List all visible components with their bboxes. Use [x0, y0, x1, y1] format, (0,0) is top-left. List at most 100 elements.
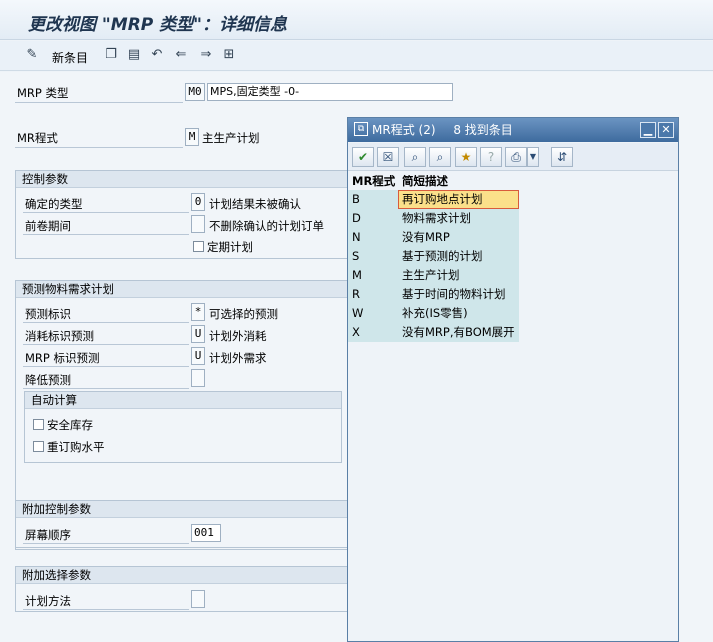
popup-column-headers: MR程式 简短描述 [348, 172, 519, 190]
safety-stock-checkbox[interactable] [33, 419, 44, 430]
list-item-key: M [348, 266, 398, 285]
new-entries-button[interactable]: 新条目 [52, 49, 88, 66]
list-item-key: D [348, 209, 398, 228]
list-item[interactable]: M 主生产计划 [348, 266, 519, 285]
list-item-description: 基于预测的计划 [398, 247, 519, 266]
auto-calculation-group: 自动计算 安全库存 重订购水平 [24, 391, 342, 463]
list-item-key: R [348, 285, 398, 304]
popup-title: MR程式 (2) [372, 123, 436, 137]
mrp-indicator-description: 计划外需求 [209, 351, 267, 365]
popup-toolbar: ✔ ☒ ⌕ ⌕ ★ ? ⎙ ▼ ⇵ [348, 143, 678, 171]
list-item-description: 主生产计划 [398, 266, 519, 285]
screen-sequence-label: 屏幕顺序 [25, 528, 71, 542]
title-bar: 更改视图 "MRP 类型"：详细信息 [0, 0, 713, 40]
print-icon[interactable]: ⎙ [505, 147, 527, 167]
popup-window-icon: ⧉ [354, 122, 368, 136]
list-item-key: X [348, 323, 398, 342]
undo-icon[interactable]: ↶ [149, 47, 165, 63]
column-header-description: 简短描述 [402, 174, 448, 188]
help-icon[interactable]: ? [480, 147, 502, 167]
close-icon[interactable]: ✕ [658, 122, 674, 138]
mrp-type-label: MRP 类型 [17, 86, 69, 100]
divider [15, 147, 183, 148]
list-item-description: 没有MRP [398, 228, 519, 247]
select-block-icon[interactable]: ⊞ [221, 47, 237, 63]
application-toolbar: ✎ 新条目 ❐ ▤ ↶ ⇐ ⇒ ⊞ [0, 41, 713, 71]
divider [23, 609, 189, 610]
mr-procedure-field[interactable]: M [185, 128, 199, 146]
reorder-level-label: 重订购水平 [47, 440, 105, 454]
mr-procedure-label: MR程式 [17, 131, 58, 145]
safety-stock-label: 安全库存 [47, 418, 93, 432]
list-item-key: S [348, 247, 398, 266]
mr-procedure-description: 主生产计划 [202, 131, 260, 145]
roll-forward-field[interactable] [191, 215, 205, 233]
popup-title-bar: ⧉ MR程式 (2) 8 找到条目 ▁ ✕ [348, 118, 678, 142]
copy-icon[interactable]: ❐ [103, 47, 119, 63]
additional-selection-header: 附加选择参数 [16, 567, 347, 584]
list-item-key: B [348, 190, 398, 209]
reorder-level-checkbox[interactable] [33, 441, 44, 452]
sort-icon[interactable]: ⇵ [551, 147, 573, 167]
find-icon[interactable]: ⌕ [404, 147, 426, 167]
additional-selection-group: 附加选择参数 计划方法 [15, 566, 348, 612]
mrp-type-code-field[interactable]: M0 [185, 83, 205, 101]
screen-sequence-field[interactable]: 001 [191, 524, 221, 542]
list-item[interactable]: B 再订购地点计划 [348, 190, 519, 209]
forecast-indicator-field[interactable]: * [191, 303, 205, 321]
reduce-forecast-label: 降低预测 [25, 373, 71, 387]
previous-entry-icon[interactable]: ⇐ [173, 47, 189, 63]
periodic-planning-checkbox[interactable] [193, 241, 204, 252]
roll-forward-label: 前卷期间 [25, 219, 71, 233]
firm-type-field[interactable]: 0 [191, 193, 205, 211]
list-item-description: 基于时间的物料计划 [398, 285, 519, 304]
divider [23, 322, 189, 323]
firm-type-description: 计划结果未被确认 [209, 197, 301, 211]
next-entry-icon[interactable]: ⇒ [198, 47, 214, 63]
list-item-description: 再订购地点计划 [398, 190, 519, 209]
list-item-description: 没有MRP,有BOM展开 [398, 323, 519, 342]
divider [23, 366, 189, 367]
mrp-type-description: MPS,固定类型 -0- [207, 83, 453, 101]
auto-calculation-header: 自动计算 [25, 392, 341, 409]
forecast-indicator-description: 可选择的预测 [209, 307, 278, 321]
list-item[interactable]: S 基于预测的计划 [348, 247, 519, 266]
forecast-header: 预测物料需求计划 [16, 281, 347, 298]
reduce-forecast-field[interactable] [191, 369, 205, 387]
consumption-indicator-field[interactable]: U [191, 325, 205, 343]
list-item[interactable]: W 补充(IS零售) [348, 304, 519, 323]
divider [23, 543, 189, 544]
list-item-key: N [348, 228, 398, 247]
minimize-icon[interactable]: ▁ [640, 122, 656, 138]
additional-control-header: 附加控制参数 [16, 501, 347, 518]
find-next-icon[interactable]: ⌕ [429, 147, 451, 167]
value-help-popup: ⧉ MR程式 (2) 8 找到条目 ▁ ✕ ✔ ☒ ⌕ ⌕ ★ ? ⎙ ▼ ⇵ … [347, 117, 679, 642]
list-item[interactable]: X 没有MRP,有BOM展开 [348, 323, 519, 342]
divider [23, 344, 189, 345]
consumption-indicator-description: 计划外消耗 [209, 329, 267, 343]
divider [23, 234, 189, 235]
list-item[interactable]: D 物料需求计划 [348, 209, 519, 228]
confirm-icon[interactable]: ✔ [352, 147, 374, 167]
list-item[interactable]: N 没有MRP [348, 228, 519, 247]
popup-found-count: 8 找到条目 [453, 123, 513, 137]
column-header-key: MR程式 [352, 174, 396, 188]
list-item[interactable]: R 基于时间的物料计划 [348, 285, 519, 304]
cancel-icon[interactable]: ☒ [377, 147, 399, 167]
mrp-indicator-label: MRP 标识预测 [25, 351, 100, 365]
planning-method-field[interactable] [191, 590, 205, 608]
print-dropdown-icon[interactable]: ▼ [527, 147, 539, 167]
list-item-description: 物料需求计划 [398, 209, 519, 228]
consumption-indicator-label: 消耗标识预测 [25, 329, 94, 343]
control-parameters-header: 控制参数 [16, 171, 347, 188]
delete-icon[interactable]: ▤ [126, 47, 142, 63]
new-search-icon[interactable]: ★ [455, 147, 477, 167]
additional-control-group: 附加控制参数 屏幕顺序 001 [15, 500, 348, 548]
divider [15, 102, 183, 103]
mrp-indicator-field[interactable]: U [191, 347, 205, 365]
planning-method-label: 计划方法 [25, 594, 71, 608]
display-change-icon[interactable]: ✎ [24, 47, 40, 63]
forecast-indicator-label: 预测标识 [25, 307, 71, 321]
page-title: 更改视图 "MRP 类型"：详细信息 [28, 15, 288, 35]
periodic-planning-label: 定期计划 [207, 240, 253, 254]
